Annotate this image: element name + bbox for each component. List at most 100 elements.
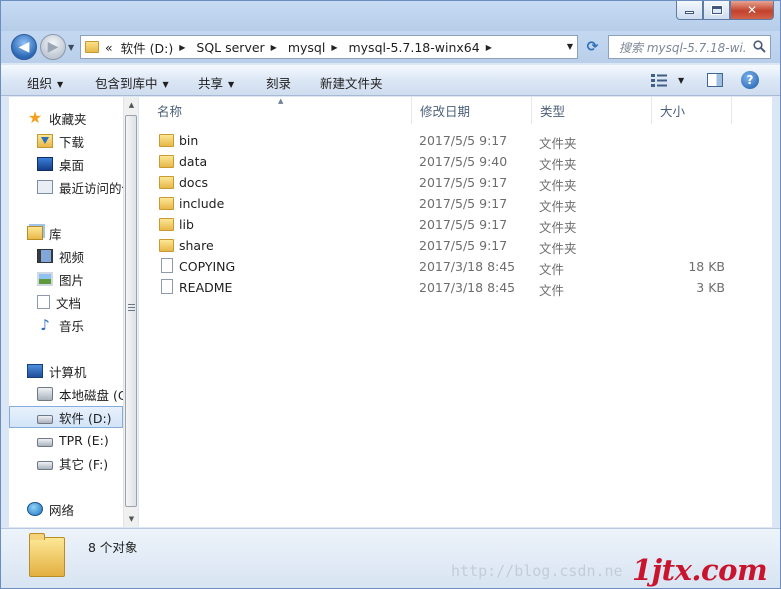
search-input[interactable]: 搜索 mysql-5.7.18-wi... [609,39,745,56]
preview-pane-icon[interactable] [707,73,723,87]
nav-pane-scrollbar[interactable]: ▲ ▼ [123,97,138,527]
file-row[interactable]: share 2017/5/5 9:17 文件夹 [151,235,731,256]
folder-icon [159,239,174,252]
file-type: 文件 [539,283,565,298]
file-row[interactable]: include 2017/5/5 9:17 文件夹 [151,193,731,214]
file-name: data [179,154,208,169]
music-icon: ♪ [40,316,50,334]
watermark-logo: 1jtx.com [632,553,768,587]
network-icon [27,502,43,516]
column-header-label: 修改日期 [420,104,471,119]
breadcrumb-overflow[interactable]: « [99,36,115,58]
scroll-thumb[interactable] [125,115,137,507]
include-in-library-menu[interactable]: 包含到库中 ▼ [95,73,169,92]
breadcrumb-separator-icon[interactable]: ▶ [267,43,282,52]
file-date: 2017/3/18 8:45 [419,280,516,295]
column-header-type[interactable]: 类型 [532,97,652,124]
close-icon: ✕ [746,3,758,17]
file-row[interactable]: README 2017/3/18 8:45 文件 3 KB [151,277,731,298]
folder-icon [159,197,174,210]
close-button[interactable]: ✕ [730,1,774,20]
file-name: include [179,196,225,211]
nav-item-label: 本地磁盘 (C:) [59,387,123,403]
organize-menu[interactable]: 组织 ▼ [27,73,63,92]
back-button[interactable]: ◀ [11,34,37,60]
nav-item-label: 其它 (F:) [59,456,109,472]
magnifier-icon[interactable] [753,40,766,53]
nav-item-recent-places[interactable]: 最近访问的位置 [37,176,123,198]
favorites-header[interactable]: ★ 收藏夹 [27,107,137,129]
help-icon[interactable]: ? [741,71,759,89]
file-type: 文件夹 [539,178,577,193]
nav-item-label: 软件 (D:) [59,410,112,426]
file-name: lib [179,217,194,232]
column-header-date[interactable]: 修改日期 [412,97,532,124]
column-header-label: 大小 [660,104,686,119]
file-list: 名称 ▲ 修改日期 类型 大小 bin 2017/5/5 9:17 文件夹 da… [139,97,772,527]
breadcrumb-separator-icon[interactable]: ▶ [482,43,497,52]
file-type: 文件夹 [539,136,577,151]
downloads-icon [37,134,53,148]
maximize-icon [710,5,723,15]
network-header[interactable]: 网络 [27,498,137,520]
column-header-size[interactable]: 大小 [652,97,732,124]
folder-icon [85,41,99,53]
new-folder-button[interactable]: 新建文件夹 [320,73,383,92]
address-bar[interactable]: « 软件 (D:) ▶ SQL server ▶ mysql ▶ mysql-5… [80,35,578,59]
recent-places-icon [37,180,53,194]
file-date: 2017/3/18 8:45 [419,259,516,274]
file-row[interactable]: lib 2017/5/5 9:17 文件夹 [151,214,731,235]
view-options-icon[interactable] [651,73,667,87]
file-type: 文件 [539,262,565,277]
share-menu[interactable]: 共享 ▼ [198,73,234,92]
file-row[interactable]: data 2017/5/5 9:40 文件夹 [151,151,731,172]
file-name: docs [179,175,208,190]
libraries-header[interactable]: 库 [27,222,137,244]
file-date: 2017/5/5 9:17 [419,175,508,190]
recent-pages-dropdown[interactable]: ▼ [68,43,74,52]
nav-item-label: 最近访问的位置 [59,180,123,196]
file-row[interactable]: COPYING 2017/3/18 8:45 文件 18 KB [151,256,731,277]
file-row[interactable]: docs 2017/5/5 9:17 文件夹 [151,172,731,193]
file-size: 3 KB [696,280,725,295]
breadcrumb-drive-d[interactable]: 软件 (D:) [115,36,176,58]
breadcrumb-mysql[interactable]: mysql [282,36,328,58]
nav-item-drive-d[interactable]: 软件 (D:) [9,406,123,428]
star-icon: ★ [27,108,43,127]
search-box[interactable]: 搜索 mysql-5.7.18-wi... [608,35,771,59]
organize-label: 组织 [27,76,53,91]
file-row[interactable]: bin 2017/5/5 9:17 文件夹 [151,130,731,151]
address-history-dropdown[interactable]: ▼ [567,42,573,51]
nav-item-label: 音乐 [59,318,85,334]
view-dropdown-icon[interactable]: ▼ [678,76,684,85]
minimize-button[interactable] [676,1,703,20]
window-controls: ✕ [676,1,774,20]
breadcrumb-mysql-version[interactable]: mysql-5.7.18-winx64 [342,36,481,58]
command-bar: 组织 ▼ 包含到库中 ▼ 共享 ▼ 刻录 新建文件夹 ▼ ? [1,65,780,96]
computer-header[interactable]: 计算机 [27,360,137,382]
navigation-bar: ◀ ▶ ▼ « 软件 (D:) ▶ SQL server ▶ mysql ▶ m… [1,31,780,63]
refresh-button[interactable]: ⟳ [581,35,604,59]
breadcrumb-sql-server[interactable]: SQL server [190,36,266,58]
favorites-label: 收藏夹 [49,111,87,127]
scroll-up-icon[interactable]: ▲ [124,97,139,113]
scroll-down-icon[interactable]: ▼ [124,511,139,527]
libraries-label: 库 [49,226,62,242]
folder-icon [159,176,174,189]
file-name: share [179,238,214,253]
chevron-down-icon: ▼ [228,80,235,89]
nav-item-label: TPR (E:) [59,432,109,448]
breadcrumb-separator-icon[interactable]: ▶ [327,43,342,52]
maximize-button[interactable] [703,1,730,20]
title-bar[interactable]: ✕ [1,1,780,31]
system-drive-icon [37,387,53,401]
column-header-label: 类型 [540,104,566,119]
breadcrumb-separator-icon[interactable]: ▶ [175,43,190,52]
forward-button[interactable]: ▶ [40,34,66,60]
burn-button[interactable]: 刻录 [266,73,291,92]
file-name: COPYING [179,259,236,274]
nav-item-drive-c[interactable]: 本地磁盘 (C:) [37,383,123,405]
drive-icon [37,437,53,447]
column-header-label: 名称 [157,104,183,119]
folder-icon [29,533,65,577]
